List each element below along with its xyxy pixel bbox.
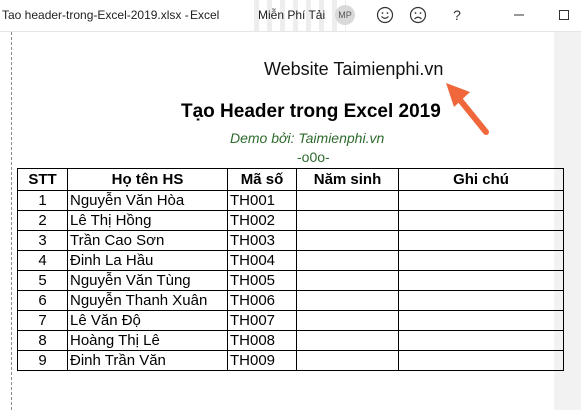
cell-name: Đinh La Hầu: [67, 250, 228, 271]
table-row: 6 Nguyễn Thanh Xuân TH006: [17, 290, 564, 311]
file-name: Tao header-trong-Excel-2019.xlsx: [2, 8, 182, 22]
cell-birth-year: [296, 270, 399, 291]
table-row: 4 Đinh La Hầu TH004: [17, 250, 564, 271]
cell-code: TH007: [227, 310, 297, 331]
cell-stt: 5: [17, 270, 68, 291]
header-stt: STT: [17, 168, 68, 191]
table-row: 9 Đinh Trần Văn TH009: [17, 350, 564, 371]
cell-code: TH001: [227, 190, 297, 211]
header-code: Mã số: [227, 168, 297, 191]
cell-birth-year: [296, 250, 399, 271]
cell-note: [398, 310, 564, 331]
page-header-text: Website Taimienphi.vn: [264, 59, 444, 79]
help-icon: ?: [453, 7, 461, 23]
cell-code: TH009: [227, 350, 297, 371]
cell-note: [398, 230, 564, 251]
table-row: 7 Lê Văn Độ TH007: [17, 310, 564, 331]
cell-birth-year: [296, 230, 399, 251]
table-row: 2 Lê Thị Hồng TH002: [17, 210, 564, 231]
header-birth-year: Năm sinh: [296, 168, 399, 191]
cell-name: Lê Văn Độ: [67, 310, 228, 331]
frown-icon: [409, 6, 427, 24]
cell-stt: 9: [17, 350, 68, 371]
student-table: STT Họ tên HS Mã số Năm sinh Ghi chú 1 N…: [17, 168, 564, 371]
cell-stt: 8: [17, 330, 68, 351]
maximize-button[interactable]: [550, 3, 578, 27]
cell-name: Nguyễn Văn Hòa: [67, 190, 228, 211]
smiley-icon: [376, 6, 394, 24]
annotation-arrow-icon: [446, 83, 489, 135]
document-title: Tao header-trong-Excel-2019.xlsx -: [2, 8, 189, 22]
cell-note: [398, 350, 564, 371]
maximize-icon: [559, 10, 569, 20]
cell-note: [398, 290, 564, 311]
cell-stt: 7: [17, 310, 68, 331]
cell-name: Hoàng Thị Lê: [67, 330, 228, 351]
sheet-title: Tạo Header trong Excel 2019: [181, 101, 441, 122]
smiley-button[interactable]: [371, 3, 399, 27]
title-bar: Tao header-trong-Excel-2019.xlsx - Excel…: [0, 0, 581, 32]
cell-birth-year: [296, 350, 399, 371]
cell-stt: 6: [17, 290, 68, 311]
table-row: 3 Trần Cao Sơn TH003: [17, 230, 564, 251]
cell-code: TH008: [227, 330, 297, 351]
table-header-row: STT Họ tên HS Mã số Năm sinh Ghi chú: [17, 168, 564, 191]
cell-code: TH005: [227, 270, 297, 291]
cell-note: [398, 210, 564, 231]
cell-code: TH004: [227, 250, 297, 271]
cell-stt: 1: [17, 190, 68, 211]
table-row: 8 Hoàng Thị Lê TH008: [17, 330, 564, 351]
cell-birth-year: [296, 330, 399, 351]
table-row: 5 Nguyễn Văn Tùng TH005: [17, 270, 564, 291]
header-note: Ghi chú: [398, 168, 564, 191]
cell-stt: 4: [17, 250, 68, 271]
cell-code: TH002: [227, 210, 297, 231]
minimize-icon: [514, 14, 524, 16]
cell-code: TH003: [227, 230, 297, 251]
table-row: 1 Nguyễn Văn Hòa TH001: [17, 190, 564, 211]
demo-by-text: Demo bởi: Taimienphi.vn: [230, 130, 385, 146]
avatar[interactable]: MP: [335, 5, 355, 25]
cell-code: TH006: [227, 290, 297, 311]
cell-birth-year: [296, 210, 399, 231]
cell-birth-year: [296, 310, 399, 331]
cell-note: [398, 190, 564, 211]
cell-stt: 3: [17, 230, 68, 251]
divider-text: -o0o-: [297, 149, 330, 165]
cell-note: [398, 250, 564, 271]
cell-stt: 2: [17, 210, 68, 231]
user-name[interactable]: Miễn Phí Tải: [258, 8, 325, 22]
help-button[interactable]: ?: [443, 3, 471, 27]
cell-note: [398, 330, 564, 351]
frown-button[interactable]: [404, 3, 432, 27]
cell-birth-year: [296, 190, 399, 211]
cell-name: Lê Thị Hồng: [67, 210, 228, 231]
minimize-button[interactable]: [505, 3, 533, 27]
cell-name: Nguyễn Thanh Xuân: [67, 290, 228, 311]
cell-name: Nguyễn Văn Tùng: [67, 270, 228, 291]
header-name: Họ tên HS: [67, 168, 228, 191]
cell-name: Trần Cao Sơn: [67, 230, 228, 251]
app-name: Excel: [190, 8, 220, 22]
cell-birth-year: [296, 290, 399, 311]
cell-name: Đinh Trần Văn: [67, 350, 228, 371]
cell-note: [398, 270, 564, 291]
title-separator: -: [184, 8, 189, 22]
